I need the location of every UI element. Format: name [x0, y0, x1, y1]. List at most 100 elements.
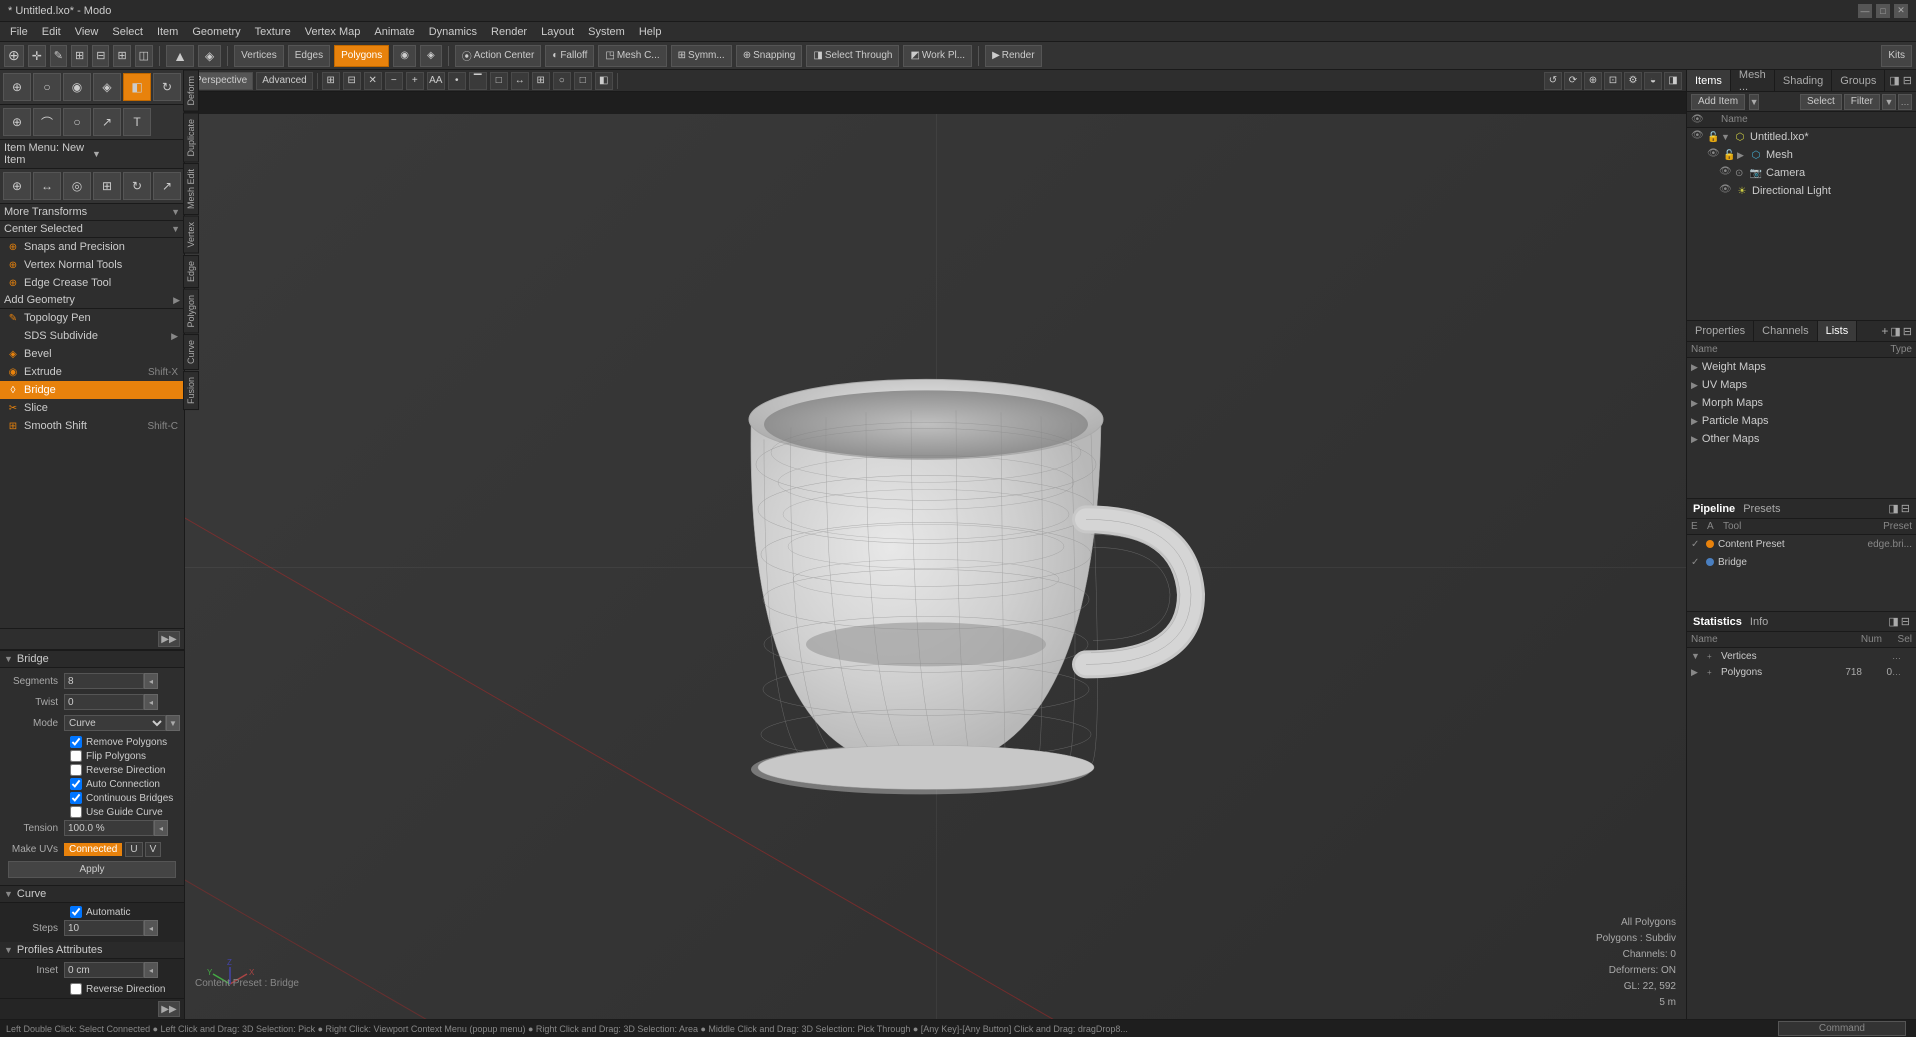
inset-slider[interactable]: ◂	[144, 962, 158, 978]
sds-subdivide[interactable]: SDS Subdivide ▶	[0, 327, 184, 345]
toolbar-icons1[interactable]: ⊞	[113, 45, 130, 67]
close-button[interactable]: ✕	[1894, 4, 1908, 18]
shading-tab[interactable]: Shading	[1775, 70, 1832, 91]
tool-arrow[interactable]: ↗	[93, 108, 121, 136]
extrude-tool[interactable]: ◉ Extrude Shift-X	[0, 363, 184, 381]
bridge-tool[interactable]: ◊ Bridge	[0, 381, 184, 399]
transform-6[interactable]: ↗	[153, 172, 181, 200]
vp-x-btn[interactable]: ✕	[364, 72, 382, 90]
tool-select[interactable]: ⊕	[3, 73, 31, 101]
toolbar-edit-icon[interactable]: ✎	[50, 45, 67, 67]
vp-expand[interactable]: ◨	[1664, 72, 1682, 90]
polygons-more[interactable]: …	[1892, 667, 1912, 677]
other-expand-arrow[interactable]: ▶	[1691, 434, 1698, 445]
pipeline-item-1[interactable]: ✓ Content Preset edge.bri...	[1687, 535, 1916, 553]
toolbar-action-center[interactable]: ⦿ Action Center	[455, 45, 542, 67]
tool-type[interactable]: T	[123, 108, 151, 136]
vp-plus-btn[interactable]: +	[406, 72, 424, 90]
menu-animate[interactable]: Animate	[368, 25, 420, 39]
expand-lower-icon[interactable]: ◨	[1890, 325, 1900, 338]
expand-icon[interactable]: ◨	[1889, 74, 1899, 87]
menu-dynamics[interactable]: Dynamics	[423, 25, 483, 39]
tool-line[interactable]: ◈	[93, 73, 121, 101]
tool-arc[interactable]: ⌒	[33, 108, 61, 136]
vp-nav-2[interactable]: ⟳	[1564, 72, 1582, 90]
twist-input[interactable]	[64, 694, 144, 710]
menu-vertex-map[interactable]: Vertex Map	[299, 25, 367, 39]
vp-sq2-btn[interactable]: □	[574, 72, 592, 90]
profiles-reverse-check[interactable]	[70, 983, 82, 995]
expand-arrow-root[interactable]: ▼	[1721, 132, 1731, 142]
vp-sq3-btn[interactable]: ◧	[595, 72, 613, 90]
bevel-tool[interactable]: ◈ Bevel	[0, 345, 184, 363]
automatic-check[interactable]	[70, 906, 82, 918]
connected-badge[interactable]: Connected	[64, 843, 122, 856]
duplicate-tab[interactable]: Duplicate	[183, 113, 199, 163]
filter-arrow[interactable]: ▼	[1882, 94, 1896, 110]
bridge-section-header[interactable]: ▼ Bridge	[0, 651, 184, 668]
pipeline-item-2[interactable]: ✓ Bridge	[1687, 553, 1916, 571]
tool-sphere[interactable]: ○	[63, 108, 91, 136]
vp-nav-4[interactable]: ⊡	[1604, 72, 1622, 90]
tool-move[interactable]: ⊕	[3, 108, 31, 136]
segments-slider[interactable]: ◂	[144, 673, 158, 689]
uv-v-btn[interactable]: V	[145, 842, 162, 857]
toolbar-vol2[interactable]: ◈	[420, 45, 442, 67]
command-input[interactable]: Command	[1778, 1021, 1906, 1036]
stats-polygons-row[interactable]: ▶ + Polygons 718 0 …	[1687, 664, 1916, 680]
inset-input[interactable]	[64, 962, 144, 978]
edge-crease-tool[interactable]: ⊕ Edge Crease Tool	[0, 274, 184, 292]
tension-slider[interactable]: ◂	[154, 820, 168, 836]
toolbar-edges[interactable]: Edges	[288, 45, 330, 67]
toolbar-snap-icon[interactable]: ⊞	[71, 45, 88, 67]
center-selected[interactable]: Center Selected ▼	[0, 221, 184, 238]
weight-maps-item[interactable]: ▶ Weight Maps	[1687, 358, 1916, 376]
menu-geometry[interactable]: Geometry	[186, 25, 246, 39]
groups-tab[interactable]: Groups	[1832, 70, 1885, 91]
tool-rotate[interactable]: ↻	[153, 73, 181, 101]
uv-maps-item[interactable]: ▶ UV Maps	[1687, 376, 1916, 394]
select-btn[interactable]: Select	[1800, 94, 1842, 110]
add-item-arrow[interactable]: ▼	[1749, 94, 1759, 110]
vp-circ-btn[interactable]: ○	[553, 72, 571, 90]
vp-bar-btn[interactable]: ▔	[469, 72, 487, 90]
presets-tab[interactable]: Presets	[1743, 503, 1780, 515]
items-tab[interactable]: Items	[1687, 70, 1731, 91]
auto-connection-check[interactable]	[70, 778, 82, 790]
transform-5[interactable]: ↻	[123, 172, 151, 200]
edge-tab[interactable]: Edge	[183, 255, 199, 288]
toolbar-render-icon[interactable]: ▶ Render	[985, 45, 1042, 67]
stats-expand[interactable]: ◨	[1888, 615, 1898, 628]
vp-aa-btn[interactable]: AA	[427, 72, 445, 90]
scene-item-light[interactable]: 👁 ☀ Directional Light	[1687, 182, 1916, 200]
vertex-normal-tools[interactable]: ⊕ Vertex Normal Tools	[0, 256, 184, 274]
mode-dropdown-arrow[interactable]: ▼	[166, 715, 180, 731]
vp-nav-5[interactable]: ⚙	[1624, 72, 1642, 90]
expand-left-panel[interactable]: ▶▶	[158, 631, 180, 647]
toolbar-symm[interactable]: ⊞ Symm...	[671, 45, 732, 67]
pipeline-tab[interactable]: Pipeline	[1693, 503, 1735, 515]
tool-lasso[interactable]: ○	[33, 73, 61, 101]
curve-tab[interactable]: Curve	[183, 334, 199, 370]
lists-tab[interactable]: Lists	[1818, 321, 1858, 341]
expand-arrow-mesh[interactable]: ▶	[1737, 150, 1747, 161]
vp-minus-btn[interactable]: −	[385, 72, 403, 90]
scene-item-root[interactable]: 👁 🔓 ▼ ⬡ Untitled.lxo*	[1687, 128, 1916, 146]
steps-slider[interactable]: ◂	[144, 920, 158, 936]
morph-expand-arrow[interactable]: ▶	[1691, 398, 1698, 409]
add-item-btn[interactable]: Add Item	[1691, 94, 1745, 110]
advanced-btn[interactable]: Advanced	[256, 72, 312, 90]
menu-layout[interactable]: Layout	[535, 25, 580, 39]
channels-tab[interactable]: Channels	[1754, 321, 1817, 341]
vp-lock-btn[interactable]: ⊞	[532, 72, 550, 90]
smooth-shift-tool[interactable]: ⊞ Smooth Shift Shift-C	[0, 417, 184, 435]
remove-polygons-check[interactable]	[70, 736, 82, 748]
properties-tab[interactable]: Properties	[1687, 321, 1754, 341]
mesh-edit-tab[interactable]: Mesh Edit	[183, 163, 199, 215]
menu-render[interactable]: Render	[485, 25, 533, 39]
toolbar-vol[interactable]: ◉	[393, 45, 416, 67]
fusion-tab[interactable]: Fusion	[183, 371, 199, 410]
vertex-tab[interactable]: Vertex	[183, 216, 199, 254]
filter-btn[interactable]: Filter	[1844, 94, 1880, 110]
toolbar-paint[interactable]: ◈	[198, 45, 221, 67]
